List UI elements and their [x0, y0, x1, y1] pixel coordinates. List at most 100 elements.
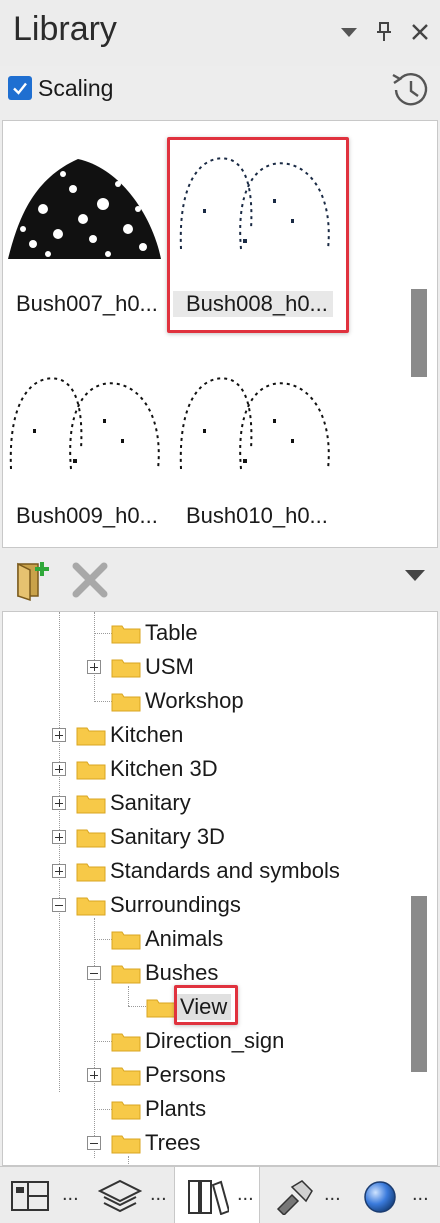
tree-node-label: Bushes — [145, 960, 219, 985]
folder-icon — [111, 1033, 141, 1052]
globe-sphere-icon — [364, 1181, 396, 1213]
tab-render[interactable]: ... — [350, 1167, 436, 1223]
expand-toggle-usm[interactable] — [87, 660, 101, 674]
thumbnail-bush010[interactable]: Bush010_h0... — [173, 359, 333, 547]
tab-more: ... — [150, 1183, 167, 1205]
thumbnail-label: Bush010_h0... — [186, 503, 328, 528]
delete-button[interactable] — [68, 558, 112, 602]
open-folder-icon — [146, 999, 176, 1018]
dropdown-triangle-icon — [405, 570, 425, 581]
scaling-checkbox[interactable] — [8, 76, 32, 100]
library-toolbar — [0, 550, 440, 610]
folder-icon — [111, 1135, 141, 1154]
panel-header: Library — [0, 0, 440, 66]
tab-more: ... — [412, 1183, 429, 1205]
tree-node-bushes[interactable]: Bushes — [111, 956, 218, 990]
tree-node-view[interactable]: View — [146, 990, 232, 1024]
tab-tools[interactable]: ... — [262, 1167, 348, 1223]
thumbnail-label: Bush007_h0... — [16, 291, 158, 316]
collapse-toggle-surroundings[interactable] — [52, 898, 66, 912]
pin-button[interactable] — [372, 20, 396, 44]
panel-menu-button[interactable] — [337, 20, 361, 44]
expand-toggle-standards[interactable] — [52, 864, 66, 878]
thumbnail-bush007[interactable]: Bush007_h0... — [3, 139, 163, 339]
folder-icon — [76, 795, 106, 814]
expand-toggle-sanitary[interactable] — [52, 796, 66, 810]
tab-more: ... — [62, 1183, 79, 1205]
close-button[interactable] — [408, 20, 432, 44]
history-button[interactable] — [388, 68, 432, 112]
tree-node-label: Surroundings — [110, 892, 241, 917]
folder-icon — [111, 1101, 141, 1120]
thumbnail-grid: Bush007_h0... Bush008_h0... Bush009_h0..… — [2, 120, 438, 548]
collapse-toggle-trees[interactable] — [87, 1136, 101, 1150]
tree-connector — [128, 1006, 146, 1007]
tab-library[interactable]: ... — [174, 1167, 260, 1223]
tab-more: ... — [237, 1183, 254, 1205]
tree-node-sanitary-3d[interactable]: Sanitary 3D — [76, 820, 225, 854]
expand-toggle-kitchen[interactable] — [52, 728, 66, 742]
folder-icon — [111, 965, 141, 984]
tree-node-label: Plants — [145, 1096, 207, 1121]
tree-node-label: Table — [145, 620, 198, 645]
thumbnail-label: Bush009_h0... — [16, 503, 158, 528]
tree-node-label: Animals — [145, 926, 224, 951]
bush-outline-thumbnail-icon — [179, 377, 330, 470]
expand-toggle-kitchen-3d[interactable] — [52, 762, 66, 776]
folder-tree: Table USM Workshop Kitchen Kitchen 3D Sa… — [2, 611, 438, 1166]
thumbnail-bush009[interactable]: Bush009_h0... — [3, 359, 163, 547]
toolbar-menu-button[interactable] — [404, 568, 432, 592]
tree-node-trees[interactable]: Trees — [111, 1126, 200, 1160]
tree-node-workshop[interactable]: Workshop — [111, 684, 244, 718]
tree-node-standards-and-symbols[interactable]: Standards and symbols — [76, 854, 340, 888]
layout-panels-icon — [11, 1181, 49, 1211]
tree-node-sanitary[interactable]: Sanitary — [76, 786, 191, 820]
tree-connector — [94, 918, 95, 1158]
folder-icon — [76, 761, 106, 780]
tree-node-label: Sanitary 3D — [110, 824, 225, 849]
tree-node-usm[interactable]: USM — [111, 650, 194, 684]
expand-toggle-persons[interactable] — [87, 1068, 101, 1082]
tab-layers[interactable]: ... — [88, 1167, 174, 1223]
folder-icon — [111, 659, 141, 678]
folder-icon — [111, 625, 141, 644]
folder-icon — [76, 829, 106, 848]
tree-node-surroundings[interactable]: Surroundings — [76, 888, 241, 922]
tree-node-direction-sign[interactable]: Direction_sign — [111, 1024, 284, 1058]
clock-history-icon — [392, 73, 428, 106]
tree-node-animals[interactable]: Animals — [111, 922, 223, 956]
delete-x-icon — [72, 562, 108, 598]
layers-icon — [98, 1179, 142, 1213]
tree-node-plants[interactable]: Plants — [111, 1092, 206, 1126]
tree-node-label: Kitchen — [110, 722, 184, 747]
collapse-toggle-bushes[interactable] — [87, 966, 101, 980]
library-books-icon — [188, 1180, 229, 1215]
tools-icon — [276, 1180, 313, 1215]
bush-outline-thumbnail-icon — [9, 377, 160, 470]
tree-connector — [94, 939, 112, 940]
tree-connector — [94, 701, 112, 702]
tree-node-label: Standards and symbols — [110, 858, 340, 883]
tree-node-persons[interactable]: Persons — [111, 1058, 226, 1092]
tree-scrollbar-thumb[interactable] — [411, 896, 427, 1072]
bottom-tab-bar: ... ... ... ... ... — [0, 1166, 440, 1223]
tree-connector — [59, 612, 60, 1092]
dropdown-triangle-icon — [341, 28, 357, 37]
tree-node-label: Direction_sign — [145, 1028, 285, 1053]
tab-layout[interactable]: ... — [0, 1167, 86, 1223]
close-icon — [412, 24, 428, 40]
tree-node-table[interactable]: Table — [111, 616, 198, 650]
add-folder-button[interactable] — [12, 558, 56, 602]
tree-node-kitchen-3d[interactable]: Kitchen 3D — [76, 752, 218, 786]
folder-icon — [76, 863, 106, 882]
tree-node-kitchen[interactable]: Kitchen — [76, 718, 183, 752]
expand-toggle-sanitary-3d[interactable] — [52, 830, 66, 844]
tree-connector — [94, 1109, 112, 1110]
tree-node-label: Trees — [145, 1130, 201, 1155]
tree-node-label: USM — [145, 654, 194, 679]
folder-icon — [111, 1067, 141, 1086]
thumbnail-scrollbar-thumb[interactable] — [411, 289, 427, 377]
thumbnail-bush008[interactable]: Bush008_h0... — [173, 139, 333, 339]
bush-outline-thumbnail-icon — [179, 157, 330, 250]
tab-more: ... — [324, 1183, 341, 1205]
